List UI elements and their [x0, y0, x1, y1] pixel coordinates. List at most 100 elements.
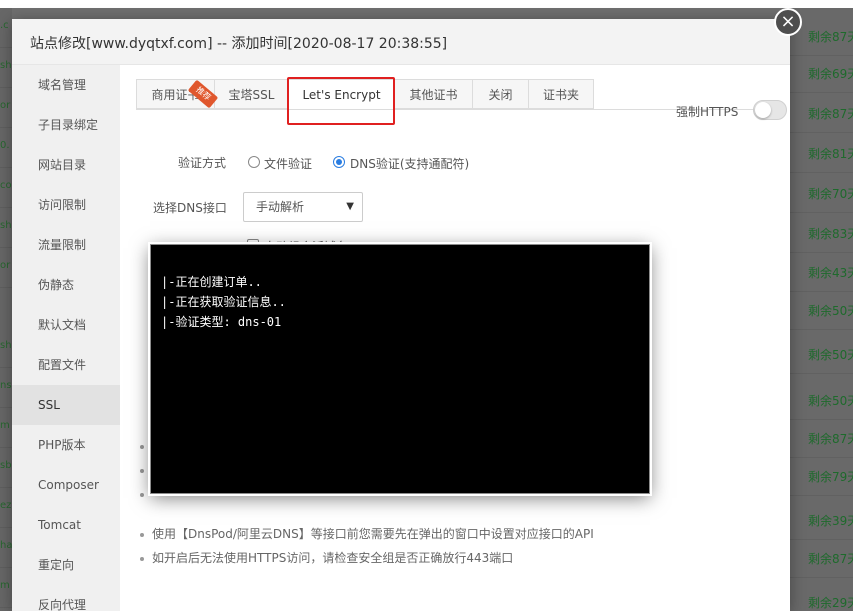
background-expiry-text: 剩余87天 — [808, 552, 853, 566]
sidebar-item-access-limit[interactable]: 访问限制 — [12, 185, 120, 225]
tab-close[interactable]: 关闭 — [472, 79, 528, 109]
background-left-column: .c sh or 0. co sh or sh ns m sb ez ha m — [0, 8, 12, 611]
background-row-text: ns — [0, 380, 12, 391]
background-expiry-text: 剩余70天 — [808, 187, 853, 201]
tab-label: 关闭 — [488, 88, 513, 102]
background-row: 剩余87天 — [790, 538, 853, 578]
background-row: 0. — [0, 128, 12, 168]
background-expiry-text: 剩余87天 — [808, 30, 853, 44]
sidebar-item-rewrite[interactable]: 伪静态 — [12, 265, 120, 305]
sidebar-item-default-doc[interactable]: 默认文档 — [12, 305, 120, 345]
bullet-icon — [140, 492, 144, 497]
background-row: 剩余79天 — [790, 456, 853, 496]
background-expiry-text: 剩余69天 — [808, 67, 853, 81]
background-row: ha — [0, 528, 12, 568]
background-row: ez — [0, 488, 12, 528]
background-row: ns — [0, 368, 12, 408]
background-row: sh — [0, 48, 12, 88]
force-https-toggle[interactable] — [753, 100, 787, 120]
background-row-text: sh — [0, 60, 12, 71]
background-row-text: or — [0, 100, 11, 111]
background-row-text: m — [0, 580, 10, 591]
background-row: 剩余39天 — [790, 500, 853, 540]
tab-other-cert[interactable]: 其他证书 — [394, 79, 472, 109]
background-expiry-text: 剩余79天 — [808, 470, 853, 484]
sidebar-item-redirect[interactable]: 重定向 — [12, 545, 120, 585]
background-expiry-text: 剩余29天 — [808, 596, 853, 610]
background-row: m — [0, 408, 12, 448]
background-expiry-text: 剩余87天 — [808, 107, 853, 121]
radio-file-verify[interactable]: 文件验证 — [248, 156, 318, 171]
close-button[interactable]: × — [774, 8, 802, 36]
background-row: 剩余29天 — [790, 582, 853, 611]
force-https-label: 强制HTTPS — [676, 105, 739, 119]
background-row-text: sh — [0, 340, 12, 351]
sidebar-item-php-version[interactable]: PHP版本 — [12, 425, 120, 465]
tab-label: 证书夹 — [542, 88, 579, 102]
modal-title: 站点修改[www.dyqtxf.com] -- 添加时间[2020-08-17 … — [30, 36, 448, 52]
background-row: 剩余43天 — [790, 252, 853, 292]
background-row: m — [0, 568, 12, 608]
tab-cert-folder[interactable]: 证书夹 — [528, 79, 594, 109]
close-icon: × — [780, 11, 796, 32]
radio-circle — [248, 156, 260, 168]
background-row: 剩余69天 — [790, 53, 853, 93]
background-row: or — [0, 88, 12, 128]
sidebar-item-domain[interactable]: 域名管理 — [12, 65, 120, 105]
background-right-column: 剩余87天 剩余69天 剩余87天 剩余81天 剩余70天 剩余83天 剩余43… — [790, 8, 853, 611]
background-row: 剩余87天 — [790, 93, 853, 133]
background-row-text: co — [0, 180, 12, 191]
tab-label: 宝塔SSL — [228, 88, 275, 102]
tab-label: 其他证书 — [409, 88, 458, 102]
modal-header: 站点修改[www.dyqtxf.com] -- 添加时间[2020-08-17 … — [12, 19, 790, 65]
radio-circle-checked — [333, 156, 345, 168]
sidebar-item-traffic-limit[interactable]: 流量限制 — [12, 225, 120, 265]
sidebar-item-reverse-proxy[interactable]: 反向代理 — [12, 585, 120, 611]
radio-dns-verify[interactable]: DNS验证(支持通配符) — [333, 156, 473, 171]
toggle-knob — [755, 102, 771, 118]
tip-https-port: 如开启后无法使用HTTPS访问，请检查安全组是否正确放行443端口 — [140, 549, 513, 566]
background-row: 剩余83天 — [790, 213, 853, 253]
background-row: 剩余50天 — [790, 380, 853, 420]
background-topbar — [0, 0, 853, 8]
background-row-text: sh — [0, 220, 12, 231]
sidebar-item-site-dir[interactable]: 网站目录 — [12, 145, 120, 185]
chevron-down-icon: ▼ — [346, 201, 354, 212]
background-row-text: or — [0, 260, 11, 271]
bullet-icon — [140, 468, 144, 473]
console-line: |-正在创建订单.. — [161, 275, 262, 289]
sidebar-item-subdir[interactable]: 子目录绑定 — [12, 105, 120, 145]
settings-sidebar: 域名管理 子目录绑定 网站目录 访问限制 流量限制 伪静态 默认文档 配置文件 … — [12, 65, 120, 611]
background-row-text: .c — [0, 20, 9, 31]
background-row: 剩余50天 — [790, 290, 853, 330]
bullet-icon — [140, 444, 144, 449]
console-line: |-验证类型: dns-01 — [161, 315, 282, 329]
background-row: sh — [0, 208, 12, 248]
dns-api-select[interactable]: 手动解析 ▼ — [243, 192, 363, 222]
dns-api-label: 选择DNS接口 — [153, 201, 227, 215]
dns-api-selected-value: 手动解析 — [256, 200, 305, 214]
active-tab-highlight — [287, 77, 395, 125]
radio-label: 文件验证 — [264, 157, 313, 171]
background-row-text: sb — [0, 460, 12, 471]
sidebar-item-ssl[interactable]: SSL — [12, 385, 120, 425]
sidebar-item-config[interactable]: 配置文件 — [12, 345, 120, 385]
background-expiry-text: 剩余39天 — [808, 514, 853, 528]
background-row: or — [0, 248, 12, 288]
bullet-icon — [140, 556, 144, 561]
tip-text: 如开启后无法使用HTTPS访问，请检查安全组是否正确放行443端口 — [152, 551, 514, 565]
tip-dns-api: 使用【DnsPod/阿里云DNS】等接口前您需要先在弹出的窗口中设置对应接口的A… — [140, 525, 594, 542]
background-row: 剩余81天 — [790, 133, 853, 173]
sidebar-item-composer[interactable]: Composer — [12, 465, 120, 505]
background-row: sb — [0, 448, 12, 488]
sidebar-item-tomcat[interactable]: Tomcat — [12, 505, 120, 545]
background-expiry-text: 剩余83天 — [808, 227, 853, 241]
background-row-text: 0. — [0, 140, 10, 151]
verify-method-label: 验证方式 — [178, 156, 227, 170]
background-expiry-text: 剩余50天 — [808, 304, 853, 318]
radio-label: DNS验证(支持通配符) — [350, 157, 470, 171]
tab-bt-ssl[interactable]: 宝塔SSL — [214, 79, 288, 109]
background-row: 剩余70天 — [790, 173, 853, 213]
console-line: |-正在获取验证信息.. — [161, 295, 286, 309]
background-expiry-text: 剩余50天 — [808, 348, 853, 362]
